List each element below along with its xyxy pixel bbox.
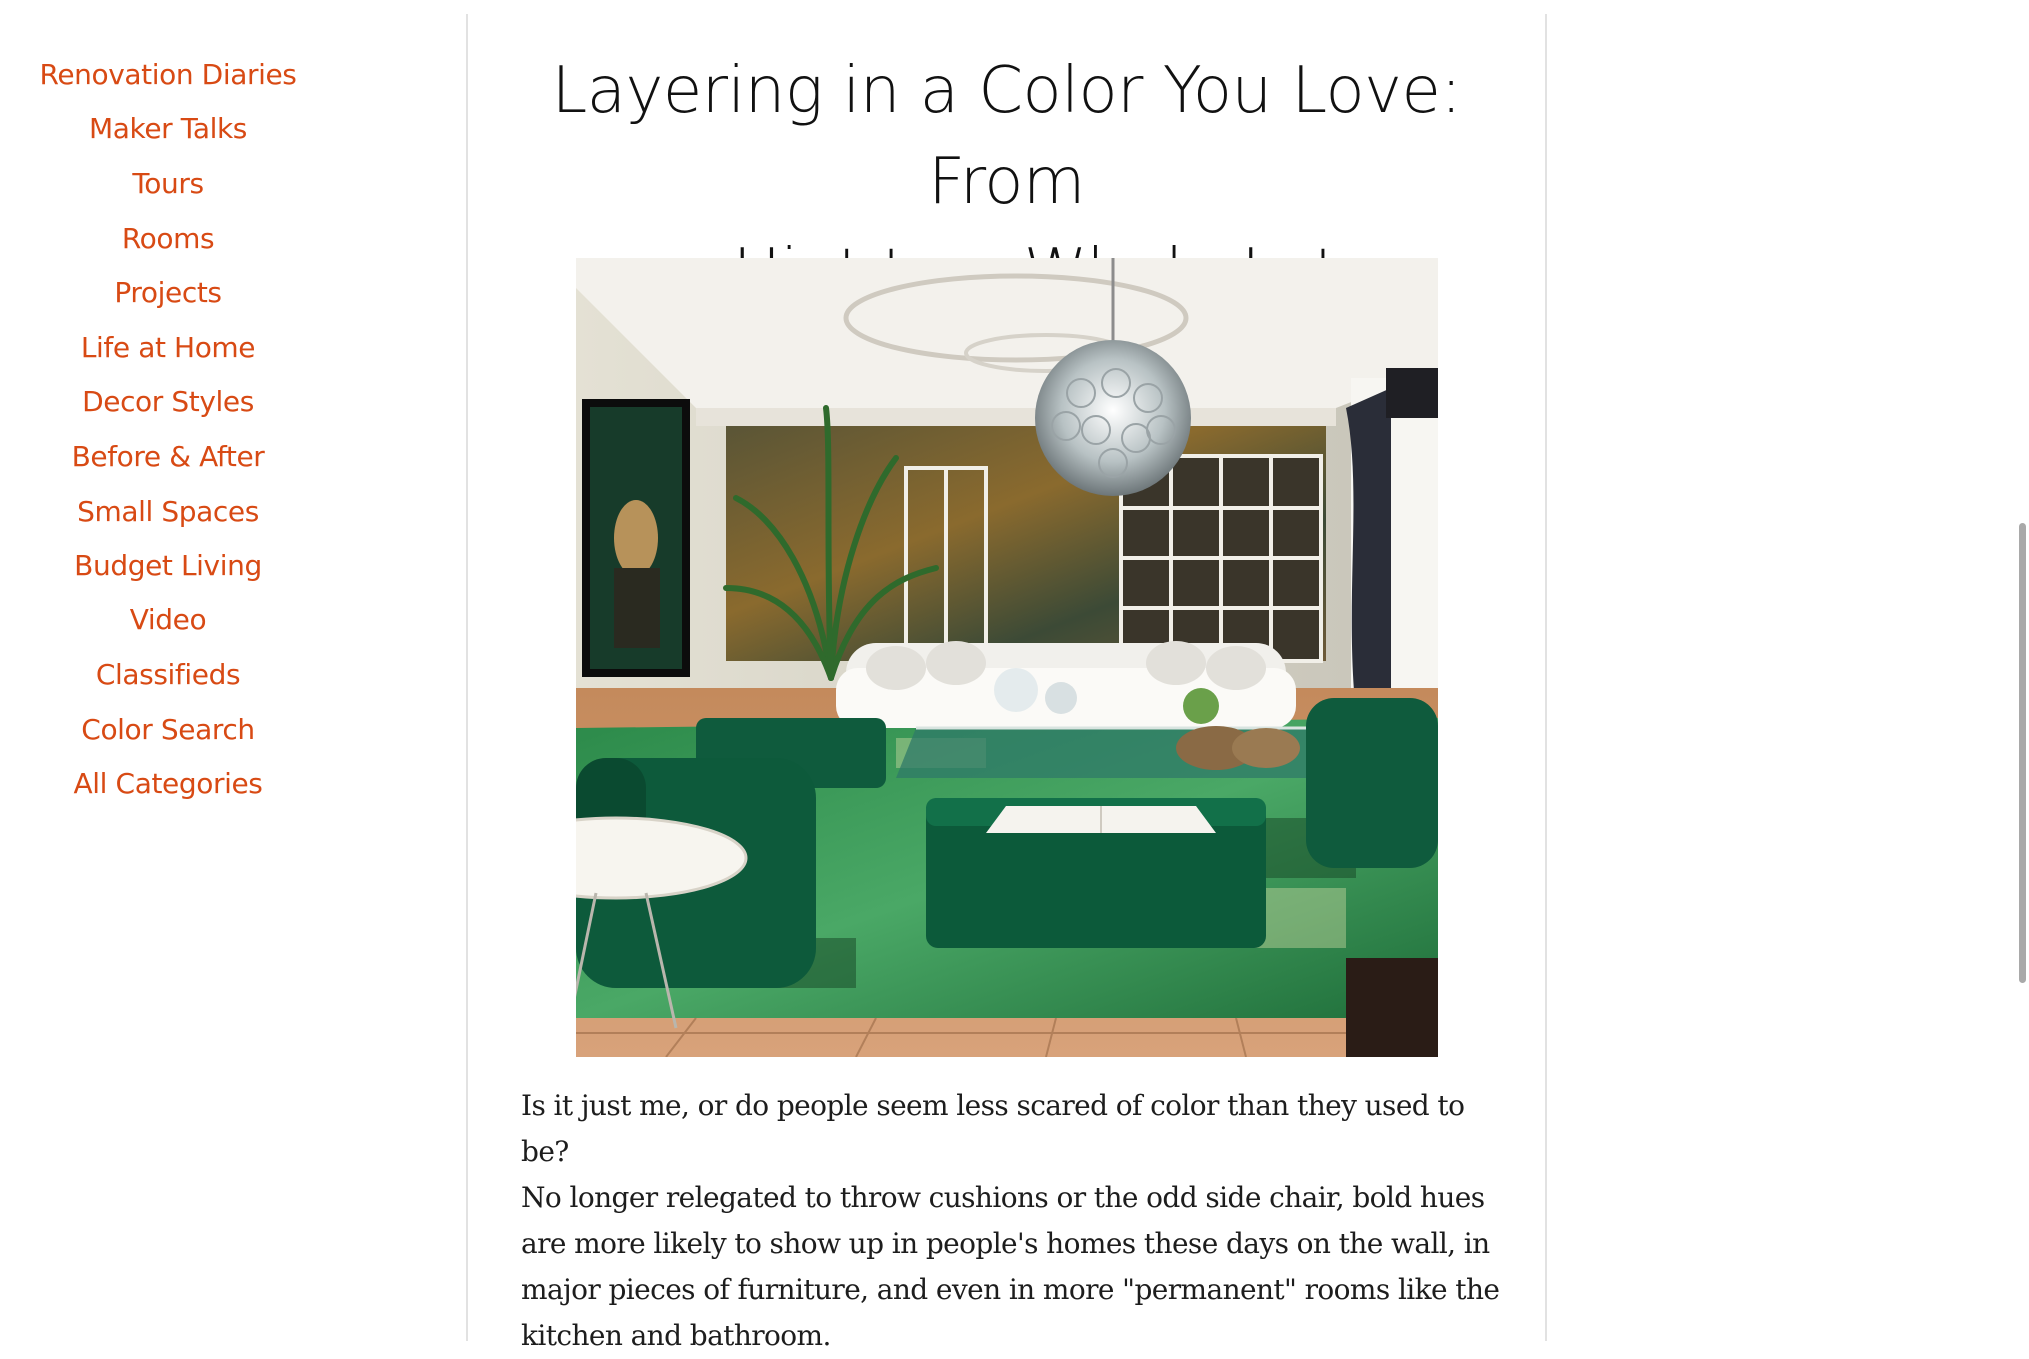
sidebar-item-classifieds[interactable]: Classifieds (0, 657, 336, 693)
sidebar-item-rooms[interactable]: Rooms (0, 221, 336, 257)
sidebar-item-all-categories[interactable]: All Categories (0, 766, 336, 802)
article-title-line-1: Layering in a Color You Love: From (551, 54, 1462, 219)
article-intro-paragraph: Is it just me, or do people seem less sc… (521, 1083, 1511, 1359)
hero-image-living-room (576, 258, 1438, 1057)
content-left-divider (466, 14, 468, 1341)
sidebar-item-color-search[interactable]: Color Search (0, 712, 336, 748)
article-body-line-3: are more likely to show up in people's h… (521, 1227, 1490, 1260)
sidebar-item-tours[interactable]: Tours (0, 166, 336, 202)
article-body-line-2: No longer relegated to throw cushions or… (521, 1181, 1485, 1214)
living-room-illustration (576, 258, 1438, 1057)
sidebar-item-before-after[interactable]: Before & After (0, 439, 336, 475)
sidebar-item-projects[interactable]: Projects (0, 275, 336, 311)
sidebar-item-small-spaces[interactable]: Small Spaces (0, 494, 336, 530)
sidebar-item-decor-styles[interactable]: Decor Styles (0, 384, 336, 420)
sidebar-item-video[interactable]: Video (0, 602, 336, 638)
sidebar-item-life-at-home[interactable]: Life at Home (0, 330, 336, 366)
sidebar-item-budget-living[interactable]: Budget Living (0, 548, 336, 584)
sidebar-item-maker-talks[interactable]: Maker Talks (0, 111, 336, 147)
sidebar-item-renovation-diaries[interactable]: Renovation Diaries (0, 57, 336, 93)
article-body-line-1: Is it just me, or do people seem less sc… (521, 1089, 1465, 1168)
page-scrollbar-thumb[interactable] (2019, 523, 2026, 983)
article-body-line-4: major pieces of furniture, and even in m… (521, 1273, 1500, 1306)
category-sidebar: Renovation Diaries Maker Talks Tours Roo… (0, 0, 336, 1341)
article-body-line-5: kitchen and bathroom. (521, 1319, 831, 1352)
content-right-divider (1545, 14, 1547, 1341)
